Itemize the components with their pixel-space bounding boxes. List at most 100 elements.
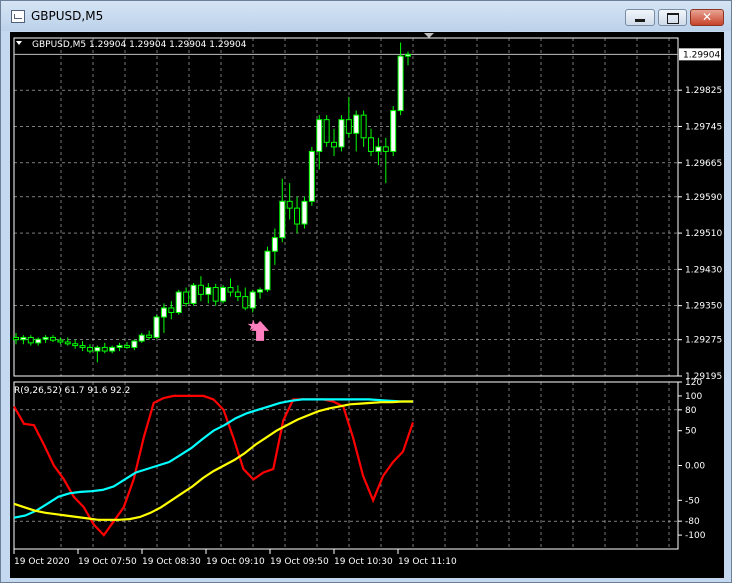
candle-body	[109, 346, 116, 352]
price-axis-label: 1.29745	[685, 122, 722, 132]
time-axis-label: 19 Oct 2020	[14, 557, 70, 567]
candle-body	[64, 341, 71, 345]
candle-body	[249, 291, 256, 309]
indicator-axis-label: -100	[685, 531, 706, 541]
chart-window: GBPUSD,M5 ✕ 1.29825 1.29745 1.29665 1.29590…	[0, 0, 732, 583]
candle-body	[168, 307, 175, 313]
candle-body	[220, 287, 227, 302]
candle-body	[338, 119, 345, 148]
candle-body	[271, 237, 278, 252]
candle-body	[175, 291, 182, 313]
candle-body	[331, 141, 338, 148]
candle-body	[94, 346, 101, 352]
indicator-line-red	[13, 394, 415, 537]
maximize-icon	[667, 13, 679, 24]
close-button[interactable]: ✕	[690, 9, 724, 26]
candle-body	[138, 334, 145, 342]
current-price-label: 1.29904	[683, 50, 720, 60]
indicator-axis-label: 100	[685, 392, 702, 402]
indicator-axis-label: 50	[685, 427, 697, 437]
symbol-header: GBPUSD,M5 1.29904 1.29904 1.29904 1.2990…	[32, 40, 247, 50]
time-axis-label: 19 Oct 08:30	[142, 557, 201, 567]
candle-body	[35, 338, 42, 344]
candle-body	[153, 316, 160, 338]
candle-body	[57, 339, 64, 343]
price-axis-label: 1.29430	[685, 265, 722, 275]
candle-body	[131, 340, 138, 348]
indicator-header: R(9,26,52) 61.7 91.6 92.2	[14, 386, 130, 396]
chart-area[interactable]: 1.29825 1.29745 1.29665 1.29590 1.29510 1.294…	[10, 32, 724, 578]
indicator-line-yellow	[13, 400, 413, 521]
maximize-button[interactable]	[658, 9, 687, 26]
candle-body	[234, 291, 241, 298]
price-axis-label: 1.29665	[685, 159, 722, 169]
time-axis-label: 19 Oct 09:50	[270, 557, 329, 567]
time-axis-label: 19 Oct 11:10	[398, 557, 457, 567]
candle-body	[212, 287, 219, 302]
candle-body	[101, 346, 108, 352]
time-axis-label: 19 Oct 07:50	[78, 557, 137, 567]
grid	[14, 38, 678, 549]
candle-body	[257, 289, 264, 293]
candle-body	[86, 346, 93, 352]
candle-body	[390, 110, 397, 152]
chart-svg: 1.29825 1.29745 1.29665 1.29590 1.29510 1.294…	[13, 33, 722, 567]
candle-body	[405, 53, 411, 57]
candle-body	[146, 334, 153, 338]
indicator-axis-label: 120	[685, 378, 702, 388]
candle-body	[316, 119, 323, 152]
candles	[13, 42, 411, 363]
candle-body	[294, 207, 301, 225]
candle-body	[353, 114, 360, 134]
candle-body	[160, 307, 167, 318]
candle-body	[72, 343, 79, 347]
candle-body	[13, 336, 19, 341]
candle-body	[20, 336, 27, 341]
chart-shift-marker-icon	[424, 33, 434, 38]
candle-body	[360, 114, 367, 139]
candle-body	[308, 150, 315, 202]
window-title: GBPUSD,M5	[31, 9, 104, 23]
candle-body	[286, 200, 293, 209]
candle-body	[49, 336, 56, 341]
price-axis-label: 1.29350	[685, 302, 722, 312]
title-bar[interactable]: GBPUSD,M5 ✕	[1, 1, 731, 31]
chart-window-icon	[11, 10, 25, 23]
candle-body	[345, 119, 352, 134]
indicator-axis-label: -80	[685, 517, 700, 527]
candle-body	[123, 345, 130, 348]
time-axis-label: 19 Oct 09:10	[206, 557, 265, 567]
price-axis-label: 1.29510	[685, 229, 722, 239]
close-icon: ✕	[701, 10, 713, 24]
candle-body	[183, 291, 190, 304]
candle-body	[190, 284, 197, 304]
indicator-axis-label: -50	[685, 496, 700, 506]
indicator-line-cyan	[13, 398, 413, 519]
price-axis-label: 1.29275	[685, 336, 722, 346]
price-axis-label: 1.29590	[685, 193, 722, 203]
price-axis-label: 1.29825	[685, 86, 722, 96]
candle-body	[264, 250, 271, 291]
indicator-lines	[13, 394, 415, 537]
candle-body	[197, 284, 204, 295]
candle-body	[79, 345, 86, 348]
candle-body	[279, 200, 286, 239]
indicator-axis-label: 0.00	[685, 462, 705, 472]
candle-body	[42, 336, 49, 340]
candle-body	[205, 287, 212, 295]
candle-body	[375, 146, 382, 152]
candle-body	[382, 146, 389, 152]
price-panel-frame	[13, 37, 679, 377]
candle-body	[27, 336, 34, 344]
header-dropdown-icon[interactable]	[16, 41, 22, 45]
indicator-axis-label: 80	[685, 406, 697, 416]
candle-body	[242, 296, 249, 309]
candle-body	[368, 137, 375, 152]
candle-body	[323, 119, 330, 143]
candle-body	[227, 287, 234, 293]
candle-body	[397, 55, 404, 112]
signal-markers: ★	[247, 316, 270, 341]
minimize-button[interactable]	[625, 9, 655, 26]
time-axis-label: 19 Oct 10:30	[334, 557, 393, 567]
minimize-icon	[635, 19, 645, 22]
